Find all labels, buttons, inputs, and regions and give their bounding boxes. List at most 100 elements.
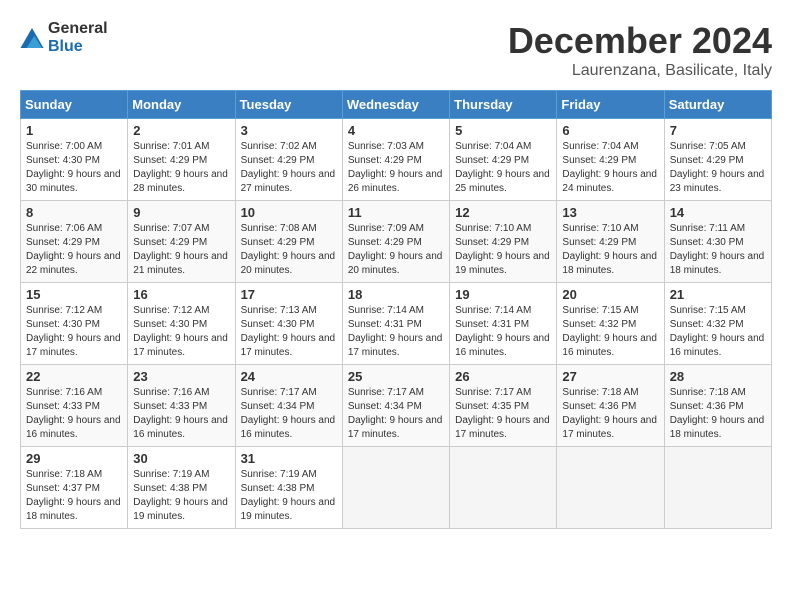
day-number: 10 [241,205,337,220]
calendar-cell: 10 Sunrise: 7:08 AM Sunset: 4:29 PM Dayl… [235,201,342,283]
day-detail: Sunrise: 7:18 AM Sunset: 4:36 PM Dayligh… [670,386,766,442]
day-detail: Sunrise: 7:07 AM Sunset: 4:29 PM Dayligh… [133,222,229,278]
logo-icon [20,28,44,48]
day-number: 1 [26,123,122,138]
day-detail: Sunrise: 7:02 AM Sunset: 4:29 PM Dayligh… [241,140,337,196]
calendar-cell: 21 Sunrise: 7:15 AM Sunset: 4:32 PM Dayl… [664,283,771,365]
day-number: 25 [348,369,444,384]
calendar-cell: 28 Sunrise: 7:18 AM Sunset: 4:36 PM Dayl… [664,365,771,447]
day-number: 12 [455,205,551,220]
day-number: 31 [241,451,337,466]
calendar-cell: 8 Sunrise: 7:06 AM Sunset: 4:29 PM Dayli… [21,201,128,283]
calendar-cell: 5 Sunrise: 7:04 AM Sunset: 4:29 PM Dayli… [450,119,557,201]
day-detail: Sunrise: 7:15 AM Sunset: 4:32 PM Dayligh… [670,304,766,360]
day-of-week-header: Friday [557,91,664,119]
logo-general: General [48,20,108,37]
day-detail: Sunrise: 7:04 AM Sunset: 4:29 PM Dayligh… [562,140,658,196]
day-detail: Sunrise: 7:00 AM Sunset: 4:30 PM Dayligh… [26,140,122,196]
day-detail: Sunrise: 7:08 AM Sunset: 4:29 PM Dayligh… [241,222,337,278]
day-number: 19 [455,287,551,302]
calendar-cell: 15 Sunrise: 7:12 AM Sunset: 4:30 PM Dayl… [21,283,128,365]
day-number: 18 [348,287,444,302]
calendar-cell: 17 Sunrise: 7:13 AM Sunset: 4:30 PM Dayl… [235,283,342,365]
calendar-cell: 25 Sunrise: 7:17 AM Sunset: 4:34 PM Dayl… [342,365,449,447]
day-number: 26 [455,369,551,384]
calendar-cell: 27 Sunrise: 7:18 AM Sunset: 4:36 PM Dayl… [557,365,664,447]
day-number: 8 [26,205,122,220]
calendar-cell: 29 Sunrise: 7:18 AM Sunset: 4:37 PM Dayl… [21,447,128,529]
day-detail: Sunrise: 7:17 AM Sunset: 4:34 PM Dayligh… [241,386,337,442]
day-detail: Sunrise: 7:18 AM Sunset: 4:37 PM Dayligh… [26,468,122,524]
title-section: December 2024 Laurenzana, Basilicate, It… [508,20,772,80]
day-number: 15 [26,287,122,302]
day-of-week-header: Thursday [450,91,557,119]
calendar-cell [557,447,664,529]
day-number: 6 [562,123,658,138]
calendar-cell: 18 Sunrise: 7:14 AM Sunset: 4:31 PM Dayl… [342,283,449,365]
calendar-cell: 16 Sunrise: 7:12 AM Sunset: 4:30 PM Dayl… [128,283,235,365]
calendar-cell: 11 Sunrise: 7:09 AM Sunset: 4:29 PM Dayl… [342,201,449,283]
calendar-cell: 13 Sunrise: 7:10 AM Sunset: 4:29 PM Dayl… [557,201,664,283]
day-detail: Sunrise: 7:14 AM Sunset: 4:31 PM Dayligh… [455,304,551,360]
day-detail: Sunrise: 7:12 AM Sunset: 4:30 PM Dayligh… [26,304,122,360]
day-number: 27 [562,369,658,384]
calendar-cell [450,447,557,529]
day-detail: Sunrise: 7:10 AM Sunset: 4:29 PM Dayligh… [455,222,551,278]
logo-blue: Blue [48,38,83,55]
day-number: 7 [670,123,766,138]
calendar-cell: 7 Sunrise: 7:05 AM Sunset: 4:29 PM Dayli… [664,119,771,201]
calendar-cell [342,447,449,529]
calendar-cell: 3 Sunrise: 7:02 AM Sunset: 4:29 PM Dayli… [235,119,342,201]
calendar-cell: 31 Sunrise: 7:19 AM Sunset: 4:38 PM Dayl… [235,447,342,529]
day-number: 13 [562,205,658,220]
calendar-cell: 23 Sunrise: 7:16 AM Sunset: 4:33 PM Dayl… [128,365,235,447]
day-of-week-header: Saturday [664,91,771,119]
calendar-cell: 22 Sunrise: 7:16 AM Sunset: 4:33 PM Dayl… [21,365,128,447]
day-number: 11 [348,205,444,220]
calendar-cell: 19 Sunrise: 7:14 AM Sunset: 4:31 PM Dayl… [450,283,557,365]
day-detail: Sunrise: 7:17 AM Sunset: 4:35 PM Dayligh… [455,386,551,442]
logo-text: General Blue [48,20,108,56]
logo: General Blue [20,20,108,56]
header: General Blue December 2024 Laurenzana, B… [20,20,772,80]
day-number: 3 [241,123,337,138]
day-detail: Sunrise: 7:14 AM Sunset: 4:31 PM Dayligh… [348,304,444,360]
subtitle: Laurenzana, Basilicate, Italy [508,62,772,80]
day-detail: Sunrise: 7:13 AM Sunset: 4:30 PM Dayligh… [241,304,337,360]
day-detail: Sunrise: 7:17 AM Sunset: 4:34 PM Dayligh… [348,386,444,442]
day-detail: Sunrise: 7:09 AM Sunset: 4:29 PM Dayligh… [348,222,444,278]
calendar-cell [664,447,771,529]
day-detail: Sunrise: 7:05 AM Sunset: 4:29 PM Dayligh… [670,140,766,196]
calendar-table: SundayMondayTuesdayWednesdayThursdayFrid… [20,90,772,529]
day-number: 2 [133,123,229,138]
day-number: 28 [670,369,766,384]
calendar-cell: 30 Sunrise: 7:19 AM Sunset: 4:38 PM Dayl… [128,447,235,529]
day-detail: Sunrise: 7:19 AM Sunset: 4:38 PM Dayligh… [133,468,229,524]
calendar-cell: 14 Sunrise: 7:11 AM Sunset: 4:30 PM Dayl… [664,201,771,283]
day-detail: Sunrise: 7:19 AM Sunset: 4:38 PM Dayligh… [241,468,337,524]
day-detail: Sunrise: 7:10 AM Sunset: 4:29 PM Dayligh… [562,222,658,278]
day-detail: Sunrise: 7:11 AM Sunset: 4:30 PM Dayligh… [670,222,766,278]
day-detail: Sunrise: 7:03 AM Sunset: 4:29 PM Dayligh… [348,140,444,196]
calendar-cell: 2 Sunrise: 7:01 AM Sunset: 4:29 PM Dayli… [128,119,235,201]
calendar-cell: 26 Sunrise: 7:17 AM Sunset: 4:35 PM Dayl… [450,365,557,447]
day-detail: Sunrise: 7:12 AM Sunset: 4:30 PM Dayligh… [133,304,229,360]
day-of-week-header: Tuesday [235,91,342,119]
calendar-cell: 4 Sunrise: 7:03 AM Sunset: 4:29 PM Dayli… [342,119,449,201]
day-number: 4 [348,123,444,138]
calendar-cell: 1 Sunrise: 7:00 AM Sunset: 4:30 PM Dayli… [21,119,128,201]
calendar-cell: 12 Sunrise: 7:10 AM Sunset: 4:29 PM Dayl… [450,201,557,283]
day-detail: Sunrise: 7:01 AM Sunset: 4:29 PM Dayligh… [133,140,229,196]
day-of-week-header: Sunday [21,91,128,119]
day-detail: Sunrise: 7:16 AM Sunset: 4:33 PM Dayligh… [26,386,122,442]
day-of-week-header: Wednesday [342,91,449,119]
calendar-cell: 24 Sunrise: 7:17 AM Sunset: 4:34 PM Dayl… [235,365,342,447]
day-number: 20 [562,287,658,302]
day-number: 29 [26,451,122,466]
day-number: 22 [26,369,122,384]
day-number: 16 [133,287,229,302]
calendar-cell: 20 Sunrise: 7:15 AM Sunset: 4:32 PM Dayl… [557,283,664,365]
day-of-week-header: Monday [128,91,235,119]
calendar-cell: 6 Sunrise: 7:04 AM Sunset: 4:29 PM Dayli… [557,119,664,201]
day-detail: Sunrise: 7:15 AM Sunset: 4:32 PM Dayligh… [562,304,658,360]
